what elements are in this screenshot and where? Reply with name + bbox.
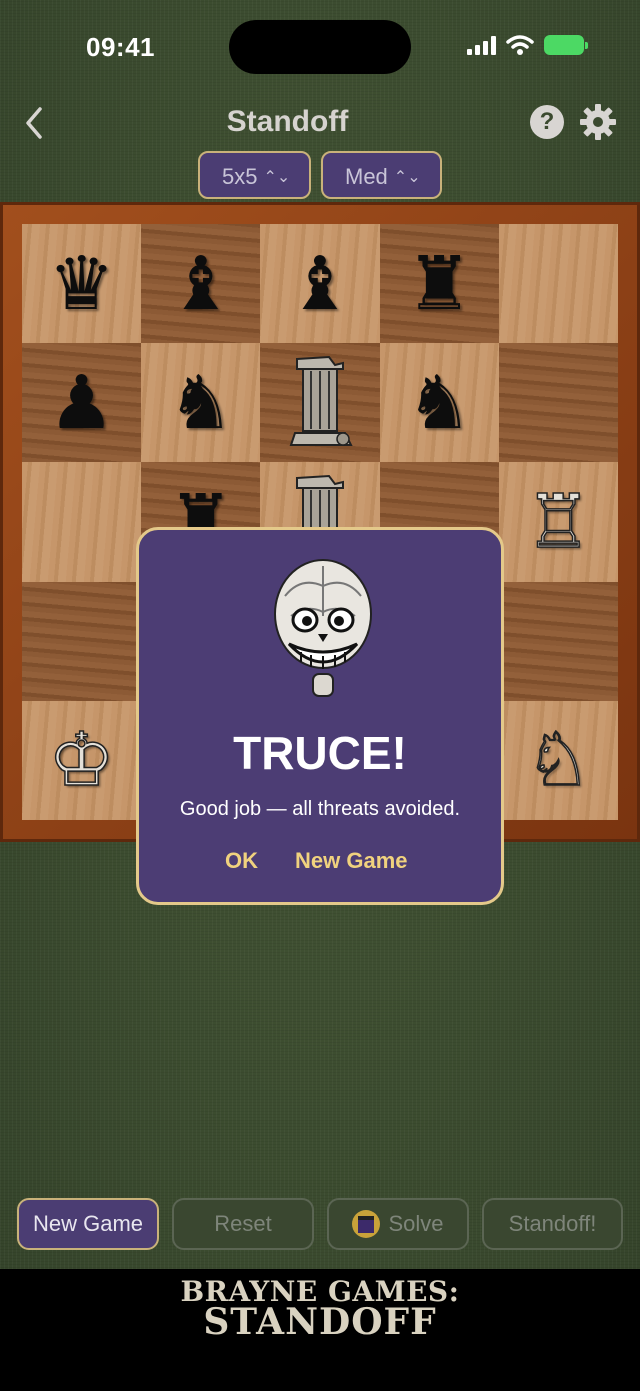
board-square[interactable]: ♝ xyxy=(260,224,380,344)
signal-icon xyxy=(467,35,496,55)
board-square[interactable]: ♜ xyxy=(379,224,499,344)
chess-piece[interactable]: ♘ xyxy=(524,722,592,798)
ruined-column-icon xyxy=(289,355,353,446)
reset-label: Reset xyxy=(214,1211,272,1236)
chess-piece[interactable]: ♞ xyxy=(406,365,472,440)
board-square[interactable]: ♞ xyxy=(141,343,261,463)
status-icons xyxy=(467,34,588,56)
battery-icon xyxy=(544,35,588,55)
dialog-message: Good job — all threats avoided. xyxy=(179,798,461,820)
help-icon[interactable]: ? xyxy=(530,105,564,139)
board-square[interactable]: ♝ xyxy=(141,224,261,344)
board-square[interactable] xyxy=(260,343,380,463)
board-square[interactable] xyxy=(498,224,618,344)
chess-piece[interactable]: ♟ xyxy=(48,365,114,440)
status-bar: 09:41 xyxy=(0,0,640,95)
footer-banner: BRAYNE GAMES: STANDOFF xyxy=(0,1269,640,1391)
new-game-label: New Game xyxy=(32,1211,144,1236)
board-square[interactable]: ♖ xyxy=(498,462,618,582)
difficulty-select[interactable]: Med ⌃⌄ xyxy=(321,151,442,199)
standoff-label: Standoff! xyxy=(508,1211,597,1236)
board-square[interactable] xyxy=(498,581,618,701)
up-down-chevron-icon: ⌃⌄ xyxy=(393,169,421,186)
solve-button[interactable]: Solve xyxy=(327,1198,469,1250)
result-dialog: TRUCE! Good job — all threats avoided. O… xyxy=(136,527,504,905)
bottom-toolbar: New Game Reset Solve Standoff! xyxy=(0,1198,640,1254)
difficulty-value: Med xyxy=(345,164,388,189)
chess-piece[interactable]: ♖ xyxy=(524,484,592,560)
up-down-chevron-icon: ⌃⌄ xyxy=(263,169,291,186)
board-size-value: 5x5 xyxy=(222,164,258,189)
chess-piece[interactable]: ♔ xyxy=(48,722,116,798)
solve-label: Solve xyxy=(388,1211,444,1236)
logo-line-2: STANDOFF xyxy=(203,1301,437,1343)
standoff-button[interactable]: Standoff! xyxy=(482,1198,623,1250)
status-time: 09:41 xyxy=(86,32,155,62)
clapperboard-icon xyxy=(352,1210,381,1238)
reset-button[interactable]: Reset xyxy=(172,1198,314,1250)
wifi-icon xyxy=(506,35,534,55)
chess-piece[interactable]: ♝ xyxy=(287,246,353,321)
board-square[interactable] xyxy=(498,343,618,463)
board-square[interactable]: ♔ xyxy=(22,700,142,820)
board-square[interactable] xyxy=(22,581,142,701)
board-size-select[interactable]: 5x5 ⌃⌄ xyxy=(198,151,311,199)
grinning-skull-icon xyxy=(274,559,372,697)
gear-icon[interactable] xyxy=(579,103,617,141)
chess-piece[interactable]: ♜ xyxy=(406,246,472,321)
chess-piece[interactable]: ♛ xyxy=(48,246,114,321)
new-game-button[interactable]: New Game xyxy=(17,1198,159,1250)
board-square[interactable]: ♘ xyxy=(498,700,618,820)
chess-piece[interactable]: ♞ xyxy=(168,365,234,440)
navigation-bar: Standoff ? xyxy=(0,95,640,150)
board-square[interactable]: ♟ xyxy=(22,343,142,463)
ok-button[interactable]: OK xyxy=(225,848,258,874)
game-selectors: 5x5 ⌃⌄ Med ⌃⌄ xyxy=(0,151,640,201)
dialog-title: TRUCE! xyxy=(233,727,407,779)
chess-piece[interactable]: ♝ xyxy=(168,246,234,321)
page-title: Standoff xyxy=(226,105,349,138)
dynamic-island xyxy=(229,20,411,74)
board-square[interactable]: ♛ xyxy=(22,224,142,344)
new-game-dialog-button[interactable]: New Game xyxy=(295,848,408,874)
board-square[interactable] xyxy=(22,462,142,582)
board-square[interactable]: ♞ xyxy=(379,343,499,463)
